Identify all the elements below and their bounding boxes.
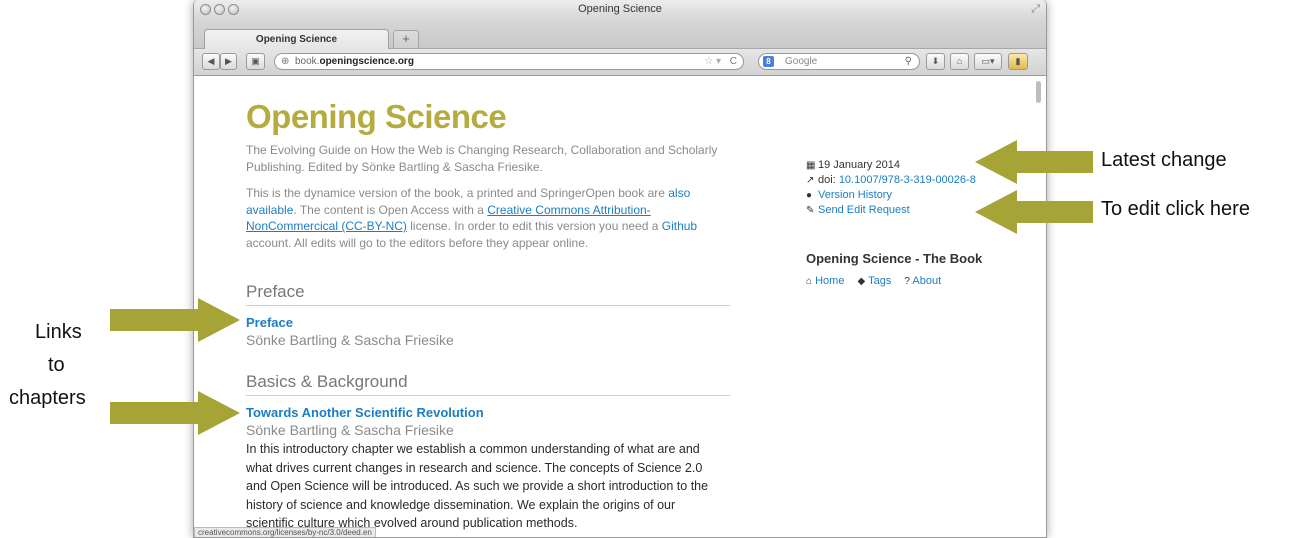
extension-icon: ▮ — [1015, 56, 1021, 66]
external-link-icon: ↗ — [806, 175, 815, 186]
home-button[interactable]: ⌂ — [950, 53, 969, 70]
last-change-date: 19 January 2014 — [818, 159, 900, 171]
nav-tags-label: Tags — [868, 275, 892, 287]
arrow-preface — [110, 298, 240, 342]
downloads-button[interactable]: ⬇ — [926, 53, 945, 70]
fullscreen-icon[interactable]: ⤢ — [1031, 3, 1040, 16]
home-icon: ⌂ — [806, 276, 813, 287]
tags-icon: ◆ — [857, 276, 866, 287]
chapter-authors: Sönke Bartling & Sascha Friesike — [246, 332, 454, 348]
intro-text: The Evolving Guide on How the Web is Cha… — [246, 143, 718, 174]
chapter-link-preface[interactable]: Preface — [246, 315, 293, 330]
github-link[interactable]: Github — [662, 219, 697, 233]
browser-window: Opening Science ⤢ Opening Science + ◀ ▶ … — [193, 0, 1047, 538]
page-content: Opening Science The Evolving Guide on Ho… — [194, 76, 1046, 537]
url-bar[interactable]: ⊕ book.openingscience.org ☆ ▾ C — [274, 53, 744, 70]
window-title: Opening Science — [578, 3, 662, 15]
book-nav: ⌂ Home ◆ Tags ? About — [806, 275, 951, 287]
addons-menu-button[interactable]: ▭▾ — [974, 53, 1002, 70]
search-input[interactable]: 8 Google ⚲ — [758, 53, 920, 70]
screenshot-button[interactable]: ▣ — [246, 53, 265, 70]
nav-tags[interactable]: ◆ Tags — [858, 275, 892, 287]
desc-text: license. In order to edit this version y… — [406, 219, 662, 233]
question-icon: ? — [904, 276, 910, 287]
title-bar: Opening Science ⤢ — [194, 0, 1046, 20]
search-icon[interactable]: ⚲ — [905, 54, 912, 69]
window-menu-icon: ▭▾ — [981, 56, 995, 66]
section-heading-basics: Basics & Background — [246, 372, 730, 396]
chapter-authors: Sönke Bartling & Sascha Friesike — [246, 422, 454, 438]
site-title: Opening Science — [246, 98, 507, 135]
page-meta: ▦ 19 January 2014 ↗ doi: 10.1007/978-3-319… — [806, 158, 976, 218]
search-placeholder: Google — [785, 56, 818, 67]
annotation-links-line3: chapters — [9, 387, 86, 409]
arrow-latest-change — [975, 140, 1093, 184]
forward-arrow-icon: ▶ — [225, 56, 232, 66]
desc-text: . The content is Open Access with a — [293, 202, 488, 217]
section-heading-preface: Preface — [246, 282, 730, 306]
arrow-chapter — [110, 391, 240, 435]
send-edit-request-link[interactable]: Send Edit Request — [818, 204, 910, 216]
nav-home[interactable]: ⌂ Home — [806, 275, 844, 287]
annotation-links-line2: to — [48, 354, 65, 376]
scrollbar[interactable] — [1036, 81, 1041, 103]
annotation-links-line1: Links — [35, 321, 82, 343]
nav-home-label: Home — [815, 275, 845, 287]
back-button[interactable]: ◀ — [202, 53, 220, 70]
chapter-abstract: In this introductory chapter we establis… — [246, 442, 709, 530]
annotation-latest-change: Latest change — [1101, 149, 1227, 171]
tab-strip: Opening Science + — [194, 20, 1046, 50]
status-bar-url: creativecommons.org/licenses/by-nc/3.0/d… — [194, 527, 376, 537]
new-tab-button[interactable]: + — [393, 30, 419, 48]
edit-icon: ✎ — [806, 205, 815, 216]
page-icon: ▣ — [251, 56, 260, 66]
nav-about[interactable]: ? About — [904, 275, 941, 287]
home-icon: ⌂ — [956, 56, 963, 66]
globe-icon: ⊕ — [281, 56, 290, 67]
desc-text: This is the dynamice version of the book… — [246, 186, 669, 200]
version-history-link[interactable]: Version History — [818, 189, 892, 201]
extension-button[interactable]: ▮ — [1008, 53, 1028, 70]
calendar-icon: ▦ — [806, 160, 816, 171]
arrow-edit-here — [975, 190, 1093, 234]
navigation-toolbar: ◀ ▶ ▣ ⊕ book.openingscience.org ☆ ▾ C 8 … — [194, 49, 1046, 76]
reload-icon[interactable]: C — [730, 54, 737, 69]
back-arrow-icon: ◀ — [207, 56, 215, 66]
description-text: This is the dynamice version of the book… — [246, 185, 726, 251]
google-engine-icon[interactable]: 8 — [763, 56, 774, 67]
tab-opening-science[interactable]: Opening Science — [204, 29, 389, 50]
doi-link[interactable]: 10.1007/978-3-319-00026-8 — [839, 174, 976, 186]
chapter-link-scientific-revolution[interactable]: Towards Another Scientific Revolution — [246, 405, 484, 420]
bookmark-star-icon[interactable]: ☆ ▾ — [704, 54, 721, 69]
annotation-edit-here: To edit click here — [1101, 198, 1250, 220]
forward-button[interactable]: ▶ — [220, 53, 237, 70]
nav-about-label: About — [912, 275, 942, 287]
desc-text: account. All edits will go to the editor… — [246, 235, 589, 250]
book-title: Opening Science - The Book — [806, 251, 983, 266]
url-text: book.openingscience.org — [295, 56, 414, 67]
download-icon: ⬇ — [931, 56, 940, 66]
doi-label: doi: — [818, 174, 836, 186]
github-icon: ● — [806, 190, 813, 201]
